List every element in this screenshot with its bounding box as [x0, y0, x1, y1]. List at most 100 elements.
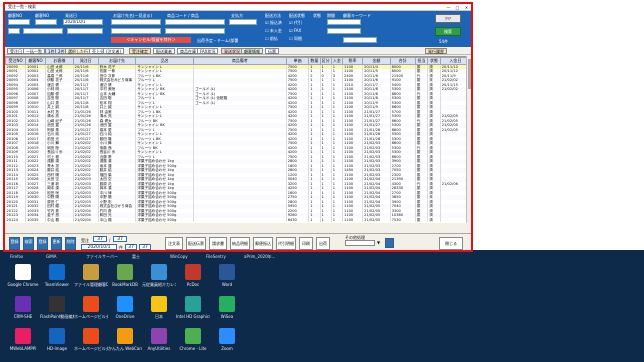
product-name-field[interactable] [165, 19, 225, 25]
delete-button[interactable]: 削除 [65, 237, 76, 250]
column-header[interactable]: 合計 [389, 57, 416, 65]
close-icon[interactable]: ✕ [462, 5, 471, 10]
desktop-icon[interactable]: Chrome - Lite [176, 328, 210, 351]
desktop-icon[interactable]: ホームページビルダー21 [74, 328, 108, 351]
column-header[interactable]: 担当 [414, 57, 429, 65]
table-scrollbar[interactable] [466, 56, 471, 223]
delivery-detail-button[interactable]: 納品明細 [230, 237, 250, 250]
payment-field[interactable] [229, 19, 257, 25]
clear-button[interactable]: ｸﾘｱ [435, 14, 461, 23]
desktop-icon[interactable]: WiSea [210, 296, 244, 319]
toolbar-chip[interactable]: FAX状況 [197, 48, 219, 54]
desktop-icon[interactable]: ファイル管理顧客DB [74, 264, 108, 287]
ship-button[interactable]: 出荷 [316, 237, 330, 250]
column-header[interactable]: 入金 [330, 57, 344, 65]
cod-detail-button[interactable]: 代引明細 [276, 237, 296, 250]
desktop-icon[interactable]: Zoom [210, 328, 244, 351]
toolbar-chip[interactable]: 発送状況 [221, 48, 243, 54]
desktop-icon[interactable]: かんたん WebCard [108, 328, 142, 351]
toolbar-chip[interactable]: 受注確定 [129, 48, 151, 54]
column-header[interactable]: 発注日 [72, 57, 99, 65]
customer-no-field[interactable] [8, 19, 30, 25]
desktop-icon[interactable]: OneDrive [108, 296, 142, 319]
period-field[interactable] [327, 19, 361, 25]
check-unpaid[interactable]: ☐ 未入金 [265, 28, 282, 34]
check-fax[interactable]: ☑ FAX [289, 28, 301, 33]
filter-field-e[interactable] [165, 28, 225, 34]
delivery-date-field[interactable]: 2020/10/1 [63, 19, 103, 25]
desktop-icon[interactable]: 元従業員紹介カレンダー(別窓) [142, 264, 176, 287]
scroll-thumb[interactable] [468, 59, 471, 89]
column-header[interactable]: 顧客NO [25, 57, 47, 65]
postal-transfer-button[interactable]: 郵便振込 [253, 237, 273, 250]
shipping-slip-button[interactable]: 配送伝票 [186, 237, 206, 250]
search-list-button[interactable]: 検索 [23, 237, 34, 250]
desktop-icon[interactable]: CRM-SHE [6, 296, 40, 319]
order-sheet-button[interactable]: 注文表 [165, 237, 183, 250]
issue-history-button[interactable]: 発行履歴 [425, 48, 447, 54]
toolbar-chip[interactable]: 伝票 [265, 48, 279, 54]
toolbar-chip[interactable]: 商品在庫 [177, 48, 199, 54]
toolbar-chip[interactable]: 配送業者 [153, 48, 175, 54]
filter-field-d[interactable] [111, 28, 161, 34]
ship-to-search-field[interactable] [111, 19, 161, 25]
column-header[interactable]: 金額 [362, 57, 391, 65]
desktop-icon[interactable]: AnyUtilities [142, 328, 176, 351]
desktop-icon[interactable]: ホームページビルダー21 [74, 296, 108, 319]
invoice-button[interactable]: 請求書 [209, 237, 227, 250]
print-button[interactable]: 印刷 [299, 237, 313, 250]
exclude-cancel-banner: ＜キャンセル/保留を除外＞ [111, 37, 191, 43]
chevron-down-icon[interactable]: ▼ [377, 240, 380, 245]
column-header[interactable]: 状態 [427, 57, 441, 65]
column-header[interactable]: 受注NO [5, 57, 27, 65]
check-paid[interactable]: ☑ 振込済 [265, 20, 282, 26]
period-field-2[interactable] [327, 28, 361, 34]
minimize-icon[interactable]: — [444, 5, 453, 10]
desktop-icon[interactable]: Google Chrome [6, 264, 40, 287]
table-row[interactable]: 20124 10035 中山 楓 21/02/04 中山 楓洋菓子詰め合わせ 500g 6… [5, 217, 471, 222]
table-cell: 中山 楓 [98, 217, 137, 222]
toolbar-chip[interactable]: 一括一覧 [23, 48, 45, 54]
toolbar-chip[interactable]: 顧客情報 [241, 48, 263, 54]
filter-field-c[interactable] [67, 28, 103, 34]
desktop-icon[interactable]: 日本 [142, 296, 176, 319]
other-process-select[interactable] [345, 240, 375, 246]
desktop-icon[interactable]: Word [210, 264, 244, 287]
column-header[interactable]: 商品備考 [192, 57, 287, 65]
desktop-strip-label: FileSentry [206, 254, 226, 259]
page-current-2[interactable]: 37 [125, 244, 137, 250]
search-button[interactable]: 検索 [435, 27, 461, 36]
update-button[interactable]: 更新 [51, 237, 62, 250]
column-header[interactable]: 区分 [319, 57, 332, 65]
bottom-date-field[interactable]: 2020/10/1 [81, 244, 117, 250]
column-header[interactable]: お届け先 [97, 57, 137, 65]
toolbar-chip[interactable]: 選択した行 [65, 48, 91, 54]
toolbar-chip[interactable]: (注文者) [103, 48, 125, 54]
entry-button[interactable]: 登録 [37, 237, 48, 250]
column-header[interactable]: 単価 [285, 57, 310, 65]
desktop-icon[interactable]: MWebLAMPPi [6, 328, 40, 351]
check-cod[interactable]: ☑ 代引 [289, 20, 302, 26]
column-header[interactable]: 税率 [342, 57, 364, 65]
desktop-icon[interactable]: FlashPaint動画編集ソフト [40, 296, 74, 319]
desktop-icon[interactable]: TeamViewer [40, 264, 74, 287]
close-window-button[interactable]: 閉じる [439, 237, 463, 250]
customer-no2-field[interactable] [35, 19, 57, 25]
desktop-icon[interactable]: BookMarkDB [108, 264, 142, 287]
register-button[interactable]: 登録 [9, 237, 20, 250]
column-header[interactable]: 数量 [308, 57, 321, 65]
desktop-icon[interactable]: PcDoc [176, 264, 210, 287]
keyword-field[interactable] [343, 37, 377, 43]
page-current-1[interactable]: 37 [93, 236, 107, 242]
check-prepaid[interactable]: ☐ 前払 [265, 36, 278, 42]
filter-field-a[interactable] [8, 28, 20, 34]
run-process-icon[interactable] [385, 238, 394, 248]
column-header[interactable]: 品名 [135, 57, 194, 65]
filter-field-b[interactable] [23, 28, 63, 34]
check-bundle[interactable]: ☐ 同梱 [289, 36, 302, 42]
maximize-icon[interactable]: □ [453, 5, 462, 10]
desktop-icon-label: Word [221, 282, 233, 287]
desktop-icon[interactable]: HD-Image [40, 328, 74, 351]
column-header[interactable]: お客様 [45, 57, 74, 65]
desktop-icon[interactable]: Intel HD Graphics [176, 296, 210, 319]
